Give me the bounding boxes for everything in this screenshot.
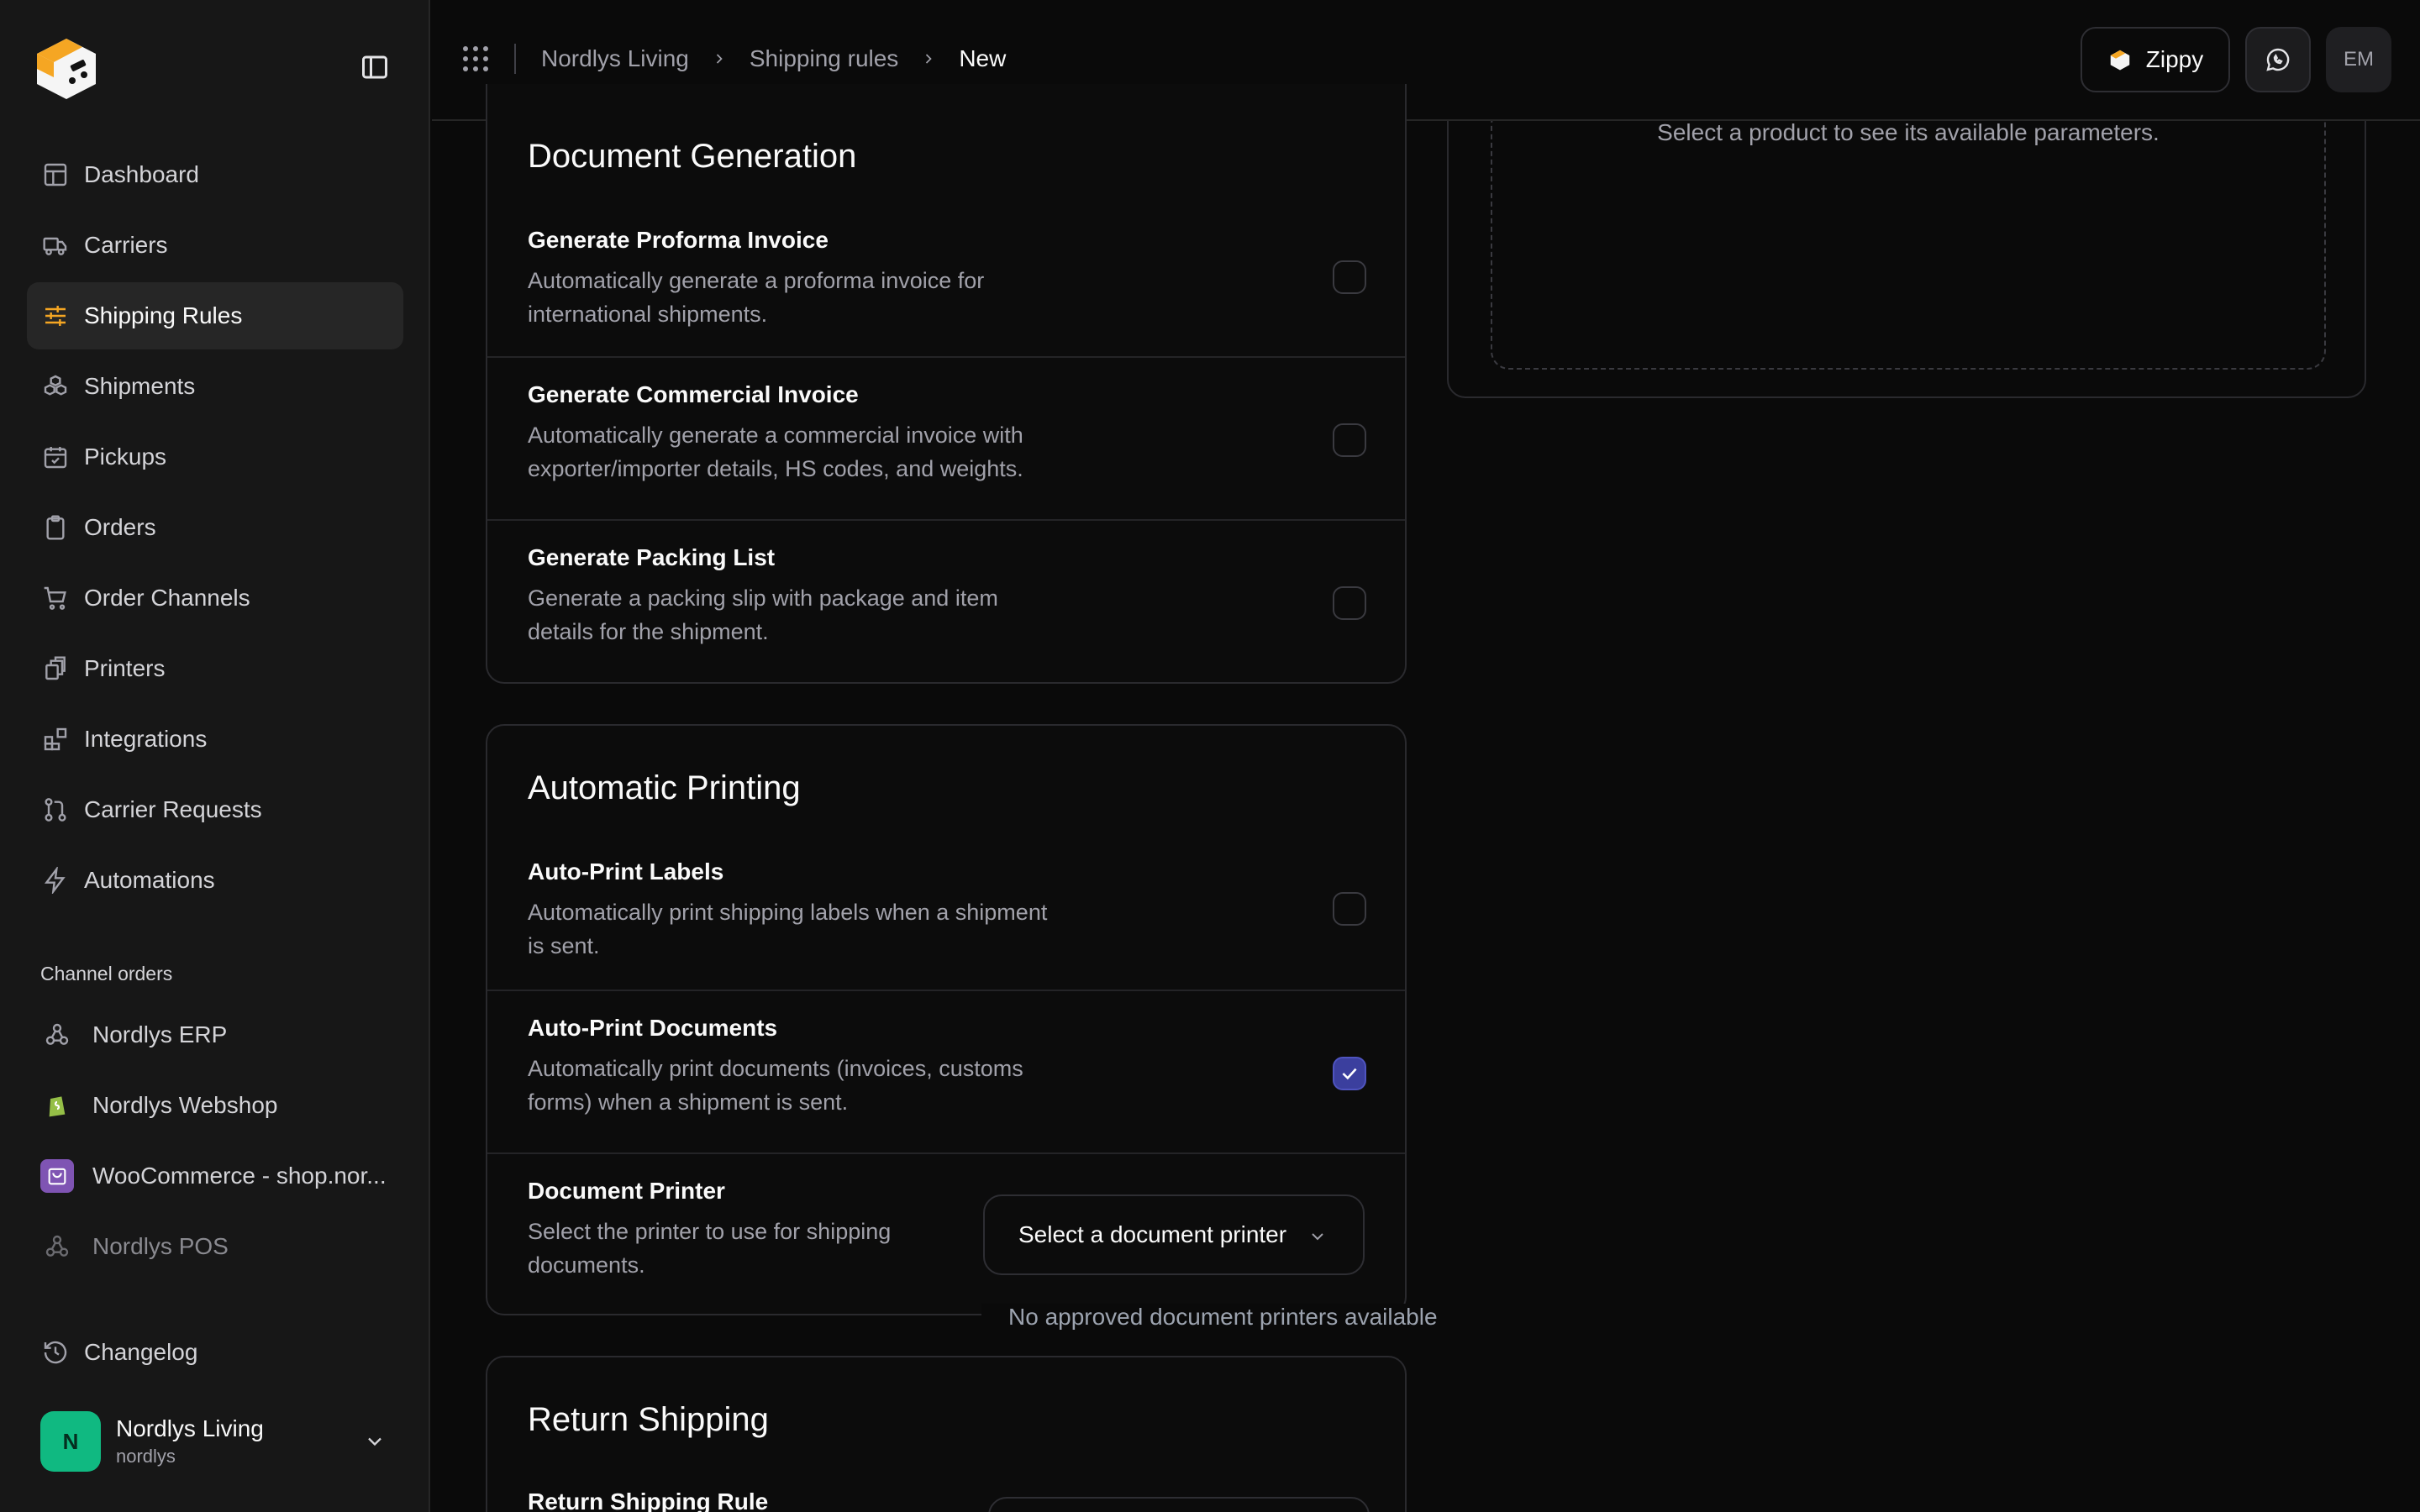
automatic-printing-card: Automatic Printing Auto-Print Labels Aut… [486, 724, 1407, 1315]
sidebar-toggle-icon[interactable] [360, 52, 390, 82]
chevron-right-icon [716, 54, 723, 64]
commercial-invoice-checkbox[interactable] [1333, 423, 1366, 457]
setting-description: Automatically print shipping labels when… [528, 900, 1048, 958]
setting-title: Generate Packing List [528, 544, 776, 570]
setting-row-auto-print-documents: Auto-Print Documents Automatically print… [487, 990, 1405, 1152]
setting-description: Select the printer to use for shipping d… [528, 1219, 892, 1278]
setting-row-commercial: Generate Commercial Invoice Automaticall… [487, 356, 1405, 519]
setting-title: Return Shipping Rule [528, 1488, 769, 1512]
setting-title: Document Printer [528, 1178, 725, 1204]
zippy-assistant-button[interactable]: Zippy [2081, 27, 2230, 92]
setting-title: Generate Proforma Invoice [528, 227, 829, 253]
topbar-divider [514, 44, 516, 74]
setting-title: Generate Commercial Invoice [528, 381, 859, 407]
setting-description: Generate a packing slip with package and… [528, 585, 998, 644]
app-grid-icon[interactable] [460, 44, 491, 74]
chevron-down-icon [1312, 1233, 1323, 1241]
select-value: Select a document printer [1018, 1221, 1287, 1247]
chevron-right-icon [926, 54, 932, 64]
document-generation-card: Document Generation Generate Proforma In… [486, 84, 1407, 684]
chat-icon [2266, 48, 2290, 71]
setting-row-packing-list: Generate Packing List Generate a packing… [487, 519, 1405, 682]
setting-row-proforma: Generate Proforma Invoice Automatically … [487, 203, 1405, 356]
setting-title: Auto-Print Documents [528, 1015, 778, 1041]
breadcrumb-item[interactable]: Nordlys Living [541, 45, 689, 72]
printer-helper-text: No approved document printers available [981, 1304, 1452, 1337]
section-title: Return Shipping [528, 1401, 769, 1438]
setting-description: Automatically generate a proforma invoic… [528, 268, 985, 327]
section-title: Automatic Printing [528, 769, 801, 806]
user-menu-button[interactable]: EM [2326, 27, 2391, 92]
parameters-card: Select a product to see its available pa… [1447, 121, 2366, 398]
app-logo-icon[interactable] [29, 29, 104, 104]
breadcrumb: Nordlys Living Shipping rules New [541, 44, 1006, 74]
section-title: Document Generation [528, 138, 857, 175]
packing-list-checkbox[interactable] [1333, 586, 1366, 620]
setting-description: Automatically generate a commercial invo… [528, 423, 1023, 481]
auto-print-documents-checkbox[interactable] [1333, 1057, 1366, 1090]
zippy-label: Zippy [2145, 46, 2204, 72]
proforma-invoice-checkbox[interactable] [1333, 260, 1366, 294]
document-printer-select[interactable]: Select a document printer [983, 1194, 1365, 1275]
setting-title: Auto-Print Labels [528, 858, 724, 885]
parameters-placeholder-text: Select a product to see its available pa… [1657, 121, 2160, 145]
check-icon [1342, 1068, 1357, 1080]
support-chat-button[interactable] [2245, 27, 2311, 92]
setting-description: Automatically print documents (invoices,… [528, 1056, 1023, 1115]
return-rule-select[interactable] [988, 1497, 1370, 1512]
breadcrumb-item[interactable]: Shipping rules [750, 45, 898, 72]
setting-row-auto-print-labels: Auto-Print Labels Automatically print sh… [487, 835, 1405, 990]
breadcrumb-current: New [959, 45, 1007, 71]
parameters-placeholder: Select a product to see its available pa… [1491, 121, 2326, 370]
zippy-logo-icon [2110, 50, 2130, 71]
return-shipping-card: Return Shipping Return Shipping Rule [486, 1356, 1407, 1512]
auto-print-labels-checkbox[interactable] [1333, 892, 1366, 926]
setting-row-document-printer: Document Printer Select the printer to u… [487, 1152, 1405, 1315]
